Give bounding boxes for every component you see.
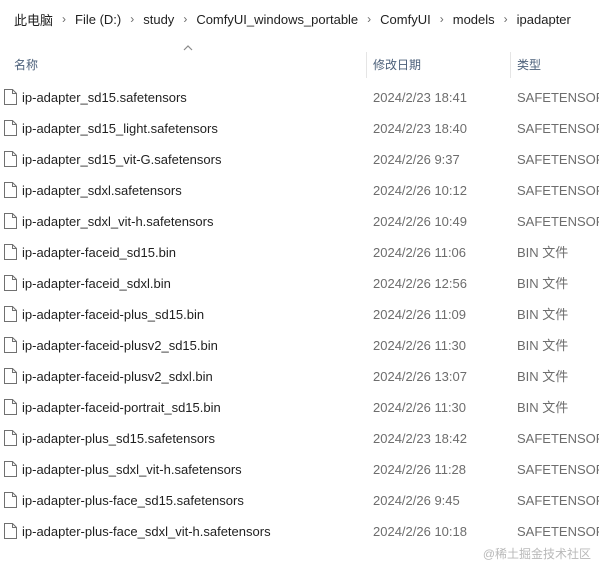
file-modified-date: 2024/2/26 11:28	[373, 462, 467, 477]
file-type: SAFETENSORS	[517, 121, 599, 136]
file-icon	[4, 399, 17, 415]
file-icon	[4, 275, 17, 291]
file-type: BIN 文件	[517, 307, 569, 322]
file-modified-date: 2024/2/26 11:30	[373, 338, 467, 353]
chevron-right-icon[interactable]: ›	[58, 12, 70, 26]
breadcrumb: 此电脑 › File (D:) › study › ComfyUI_windows_port…	[0, 0, 599, 38]
breadcrumb-item[interactable]: models	[448, 12, 500, 27]
file-modified-date: 2024/2/26 9:37	[373, 152, 460, 167]
column-header-name[interactable]: 名称	[14, 48, 366, 80]
chevron-right-icon[interactable]: ›	[436, 12, 448, 26]
file-type: SAFETENSORS	[517, 152, 599, 167]
file-modified-date: 2024/2/23 18:42	[373, 431, 467, 446]
file-icon	[4, 244, 17, 260]
file-icon	[4, 89, 17, 105]
file-row[interactable]: ip-adapter-faceid-plusv2_sdxl.bin 2024/2/…	[0, 361, 599, 392]
file-name[interactable]: ip-adapter-faceid-plusv2_sdxl.bin	[22, 361, 213, 392]
file-icon	[4, 523, 17, 539]
file-modified-date: 2024/2/26 10:49	[373, 214, 467, 229]
file-modified-date: 2024/2/23 18:41	[373, 90, 467, 105]
file-icon	[4, 492, 17, 508]
file-row[interactable]: ip-adapter_sdxl.safetensors 2024/2/26 10:…	[0, 175, 599, 206]
file-row[interactable]: ip-adapter-faceid-plusv2_sd15.bin 2024/2/…	[0, 330, 599, 361]
column-header: 名称 修改日期 类型	[0, 48, 599, 80]
file-name[interactable]: ip-adapter_sdxl.safetensors	[22, 175, 182, 206]
file-name[interactable]: ip-adapter-faceid-plusv2_sd15.bin	[22, 330, 218, 361]
chevron-right-icon[interactable]: ›	[500, 12, 512, 26]
column-divider[interactable]	[366, 52, 367, 78]
breadcrumb-item[interactable]: File (D:)	[70, 12, 126, 27]
file-name[interactable]: ip-adapter_sd15.safetensors	[22, 82, 187, 113]
watermark: @稀土掘金技术社区	[482, 547, 591, 561]
file-row[interactable]: ip-adapter-faceid_sd15.bin 2024/2/26 11:0…	[0, 237, 599, 268]
file-icon	[4, 337, 17, 353]
file-row[interactable]: ip-adapter_sd15.safetensors 2024/2/23 18:…	[0, 82, 599, 113]
file-icon	[4, 182, 17, 198]
breadcrumb-item[interactable]: 此电脑	[9, 10, 58, 29]
file-name[interactable]: ip-adapter-plus_sd15.safetensors	[22, 423, 215, 454]
file-type: SAFETENSORS	[517, 183, 599, 198]
file-modified-date: 2024/2/26 11:06	[373, 245, 467, 260]
file-icon	[4, 430, 17, 446]
breadcrumb-item[interactable]: study	[138, 12, 179, 27]
file-type: BIN 文件	[517, 400, 569, 415]
file-row[interactable]: ip-adapter-plus_sd15.safetensors 2024/2/2…	[0, 423, 599, 454]
file-row[interactable]: ip-adapter-plus-face_sd15.safetensors 202…	[0, 485, 599, 516]
file-row[interactable]: ip-adapter-plus_sdxl_vit-h.safetensors 20…	[0, 454, 599, 485]
file-modified-date: 2024/2/26 13:07	[373, 369, 467, 384]
file-modified-date: 2024/2/26 9:45	[373, 493, 460, 508]
file-name[interactable]: ip-adapter-faceid-portrait_sd15.bin	[22, 392, 221, 423]
file-type: SAFETENSORS	[517, 214, 599, 229]
breadcrumb-item[interactable]: ComfyUI	[375, 12, 436, 27]
file-type: SAFETENSORS	[517, 493, 599, 508]
file-icon	[4, 461, 17, 477]
file-icon	[4, 120, 17, 136]
chevron-right-icon[interactable]: ›	[126, 12, 138, 26]
breadcrumb-item[interactable]: ComfyUI_windows_portable	[191, 12, 363, 27]
file-type: BIN 文件	[517, 276, 569, 291]
file-icon	[4, 368, 17, 384]
file-modified-date: 2024/2/26 10:12	[373, 183, 467, 198]
file-name[interactable]: ip-adapter-plus_sdxl_vit-h.safetensors	[22, 454, 242, 485]
file-name[interactable]: ip-adapter-plus-face_sdxl_vit-h.safetens…	[22, 516, 271, 547]
file-type: SAFETENSORS	[517, 462, 599, 477]
file-name[interactable]: ip-adapter-faceid_sd15.bin	[22, 237, 176, 268]
file-name[interactable]: ip-adapter_sd15_light.safetensors	[22, 113, 218, 144]
file-name[interactable]: ip-adapter_sdxl_vit-h.safetensors	[22, 206, 214, 237]
file-row[interactable]: ip-adapter-faceid-plus_sd15.bin 2024/2/26…	[0, 299, 599, 330]
file-name[interactable]: ip-adapter-faceid-plus_sd15.bin	[22, 299, 204, 330]
file-type: BIN 文件	[517, 369, 569, 384]
file-name[interactable]: ip-adapter-plus-face_sd15.safetensors	[22, 485, 244, 516]
file-list: ip-adapter_sd15.safetensors 2024/2/23 18:…	[0, 82, 599, 547]
file-row[interactable]: ip-adapter-plus-face_sdxl_vit-h.safetens…	[0, 516, 599, 547]
file-type: BIN 文件	[517, 338, 569, 353]
file-name[interactable]: ip-adapter_sd15_vit-G.safetensors	[22, 144, 221, 175]
file-modified-date: 2024/2/26 11:09	[373, 307, 467, 322]
file-type: SAFETENSORS	[517, 431, 599, 446]
chevron-right-icon[interactable]: ›	[179, 12, 191, 26]
file-type: SAFETENSORS	[517, 524, 599, 539]
column-header-date[interactable]: 修改日期	[373, 48, 509, 80]
file-modified-date: 2024/2/26 11:30	[373, 400, 467, 415]
file-row[interactable]: ip-adapter_sdxl_vit-h.safetensors 2024/2/…	[0, 206, 599, 237]
file-modified-date: 2024/2/26 12:56	[373, 276, 467, 291]
breadcrumb-item[interactable]: ipadapter	[512, 12, 576, 27]
file-row[interactable]: ip-adapter_sd15_light.safetensors 2024/2/…	[0, 113, 599, 144]
file-name[interactable]: ip-adapter-faceid_sdxl.bin	[22, 268, 171, 299]
file-row[interactable]: ip-adapter-faceid_sdxl.bin 2024/2/26 12:5…	[0, 268, 599, 299]
file-row[interactable]: ip-adapter_sd15_vit-G.safetensors 2024/2/…	[0, 144, 599, 175]
file-type: BIN 文件	[517, 245, 569, 260]
file-modified-date: 2024/2/26 10:18	[373, 524, 467, 539]
file-icon	[4, 213, 17, 229]
file-row[interactable]: ip-adapter-faceid-portrait_sd15.bin 2024/…	[0, 392, 599, 423]
column-header-type[interactable]: 类型	[517, 48, 599, 80]
file-type: SAFETENSORS	[517, 90, 599, 105]
file-icon	[4, 306, 17, 322]
chevron-right-icon[interactable]: ›	[363, 12, 375, 26]
file-icon	[4, 151, 17, 167]
column-divider[interactable]	[510, 52, 511, 78]
file-modified-date: 2024/2/23 18:40	[373, 121, 467, 136]
